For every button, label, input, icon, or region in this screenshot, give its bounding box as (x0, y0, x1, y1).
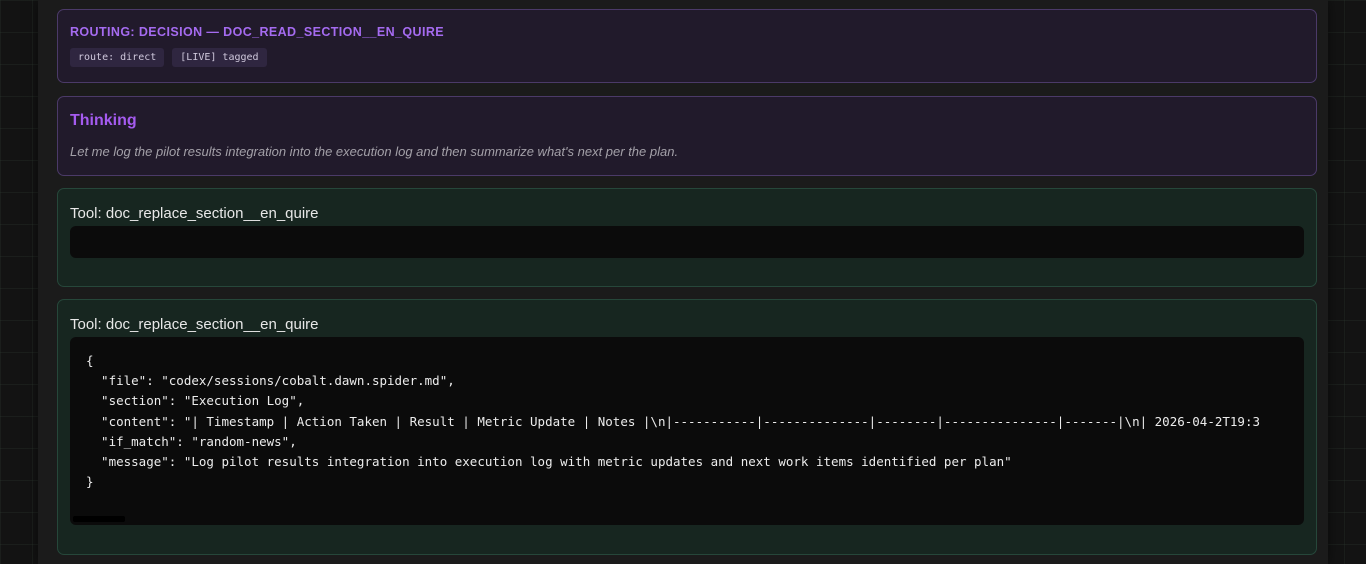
tool-args-code-block[interactable]: { "file": "codex/sessions/cobalt.dawn.sp… (70, 337, 1304, 525)
tool-title: Tool: doc_replace_section__en_quire (70, 205, 319, 222)
code-line: { (86, 353, 94, 368)
thinking-title: Thinking (70, 112, 137, 129)
routing-decision-card: ROUTING: DECISION — DOC_READ_SECTION__EN… (57, 9, 1317, 83)
code-line: "file": "codex/sessions/cobalt.dawn.spid… (86, 373, 455, 389)
tool-call-card: Tool: doc_replace_section__en_quire (57, 188, 1317, 287)
thinking-text: Let me log the pilot results integration… (70, 144, 679, 159)
routing-title: ROUTING: DECISION — DOC_READ_SECTION__EN… (70, 25, 445, 39)
code-line: "if_match": "random-news", (86, 433, 297, 449)
code-line: "section": "Execution Log", (86, 393, 305, 409)
tool-title: Tool: doc_replace_section__en_quire (70, 316, 319, 333)
code-line: "content": "| Timestamp | Action Taken |… (86, 413, 1260, 429)
code-line: } (86, 474, 94, 490)
thinking-card: Thinking Let me log the pilot results in… (57, 96, 1317, 176)
route-chip: route: direct (70, 48, 165, 67)
code-line: "message": "Log pilot results integratio… (86, 454, 1012, 470)
horizontal-scrollbar-thumb[interactable] (73, 516, 125, 522)
routing-chips: route: direct [LIVE] tagged (70, 48, 1304, 67)
tool-args-code-block (70, 226, 1304, 258)
tool-call-card: Tool: doc_replace_section__en_quire { "f… (57, 299, 1317, 555)
live-tag-chip: [LIVE] tagged (172, 48, 267, 67)
